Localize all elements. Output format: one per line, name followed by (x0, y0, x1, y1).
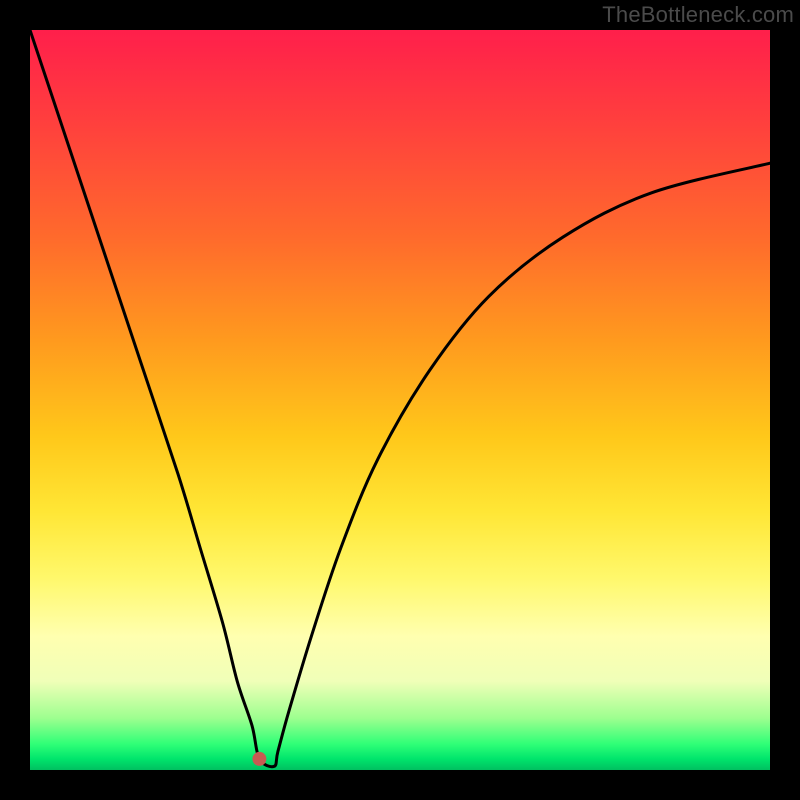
plot-area (30, 30, 770, 770)
optimal-point-marker (252, 752, 266, 766)
chart-frame: TheBottleneck.com (0, 0, 800, 800)
bottleneck-curve-path (30, 30, 770, 767)
watermark-label: TheBottleneck.com (602, 2, 794, 28)
chart-svg (30, 30, 770, 770)
